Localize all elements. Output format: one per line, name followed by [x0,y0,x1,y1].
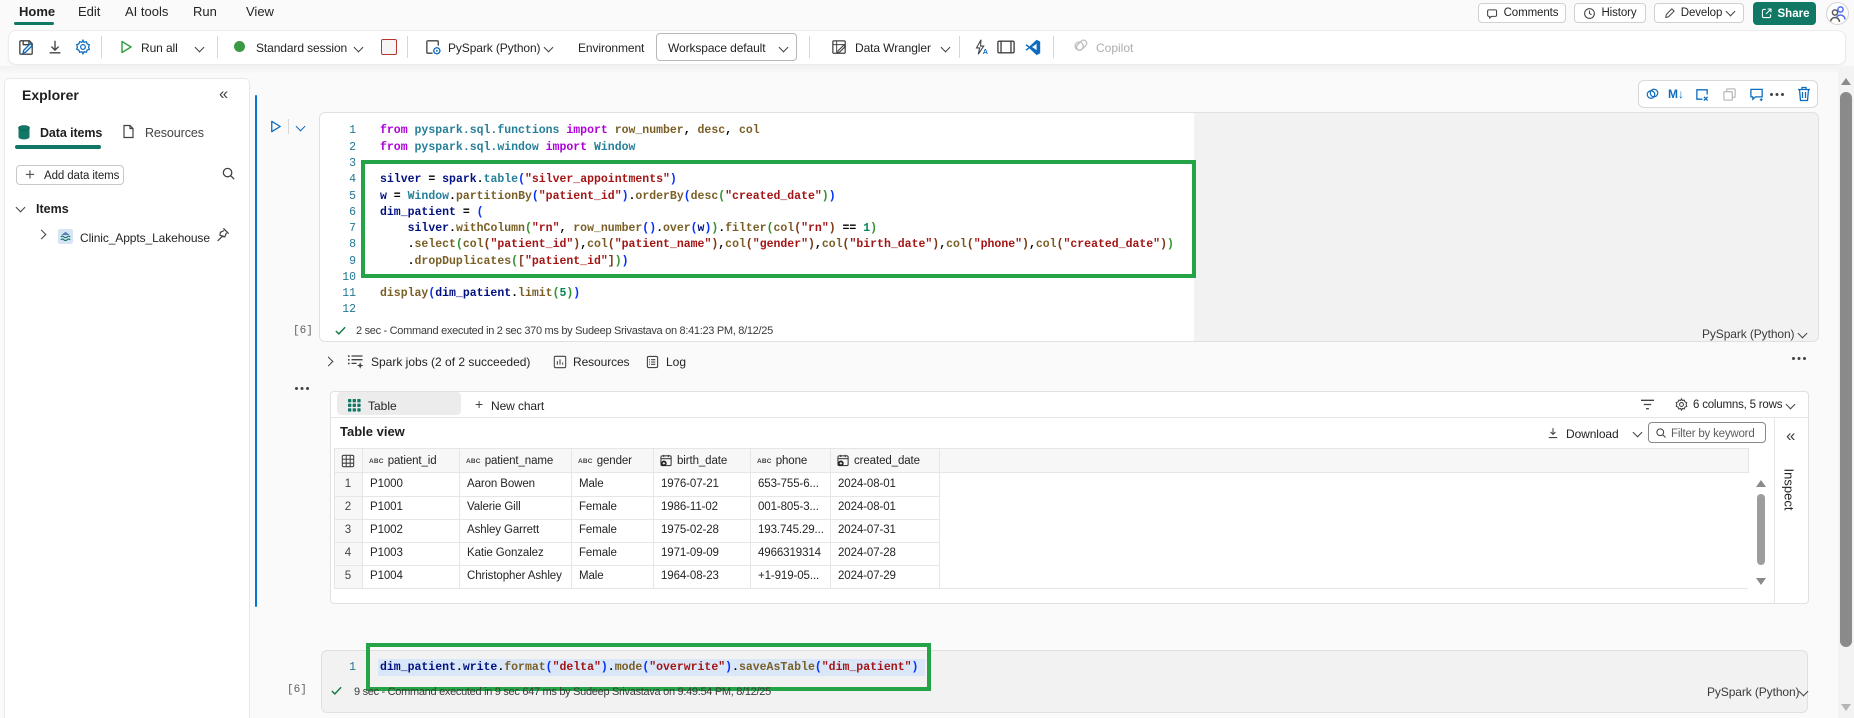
svg-text:A: A [983,47,988,56]
